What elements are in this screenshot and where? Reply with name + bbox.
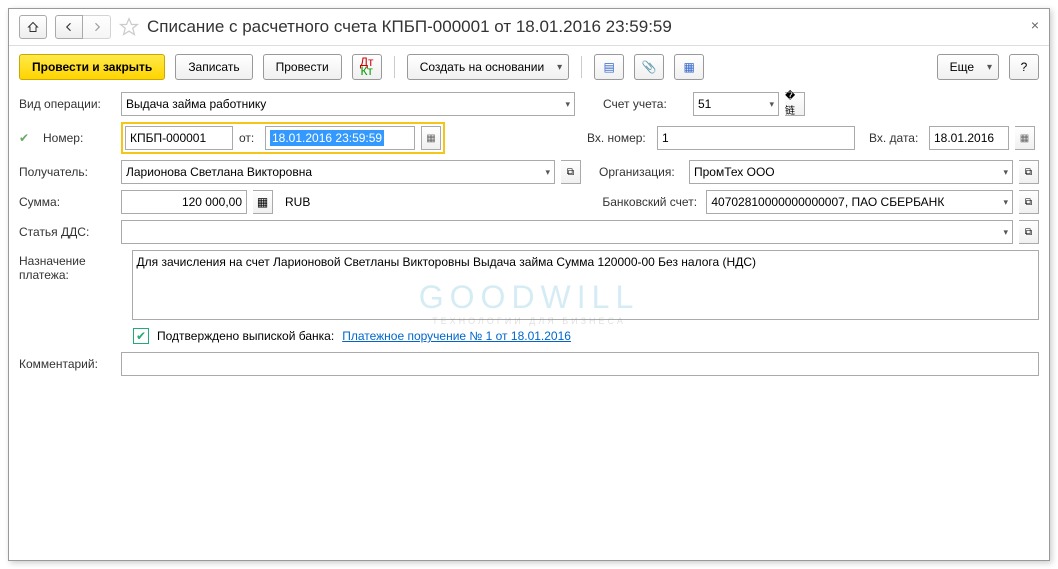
arrow-left-icon (63, 21, 75, 33)
incoming-date-field[interactable] (929, 126, 1009, 150)
dds-input[interactable] (126, 221, 994, 243)
back-button[interactable] (55, 15, 83, 39)
dt-kt-icon: ДтКт (360, 58, 374, 76)
save-button[interactable]: Записать (175, 54, 252, 80)
forward-button[interactable] (83, 15, 111, 39)
op-type-input[interactable] (126, 93, 556, 115)
amount-field[interactable] (121, 190, 247, 214)
dds-open-button[interactable]: ⧉ (1019, 220, 1039, 244)
label-account: Счет учета: (603, 97, 687, 111)
label-confirmed: Подтверждено выпиской банка: (157, 329, 334, 343)
report-button[interactable]: ▦ (674, 54, 704, 80)
attach-button[interactable]: 📎 (634, 54, 664, 80)
number-field[interactable] (125, 126, 233, 150)
bank-account-input[interactable] (711, 191, 994, 213)
favorite-icon[interactable] (119, 17, 139, 37)
amount-input[interactable] (126, 191, 242, 213)
calendar-button[interactable]: ▦ (421, 126, 441, 150)
dt-kt-button[interactable]: ДтКт (352, 54, 382, 80)
payment-order-link[interactable]: Платежное поручение № 1 от 18.01.2016 (342, 329, 571, 343)
document-window: × Списание с расчетного счета КПБП-00000… (8, 8, 1050, 561)
currency-label: RUB (285, 195, 310, 209)
status-icon: ✔ (19, 131, 37, 145)
form-body: Вид операции: Счет учета: �链 ✔ Номер: от… (9, 88, 1049, 386)
incoming-date-calendar-button[interactable]: ▦ (1015, 126, 1035, 150)
arrow-right-icon (91, 21, 103, 33)
label-purpose: Назначение платежа: (19, 250, 126, 282)
help-button[interactable]: ? (1009, 54, 1039, 80)
organization-input[interactable] (694, 161, 994, 183)
bank-account-open-button[interactable]: ⧉ (1019, 190, 1039, 214)
post-and-close-button[interactable]: Провести и закрыть (19, 54, 165, 80)
number-date-group: от: 18.01.2016 23:59:59 ▦ (121, 122, 445, 154)
number-input[interactable] (130, 127, 228, 149)
toolbar: Провести и закрыть Записать Провести ДтК… (9, 46, 1049, 88)
account-open-button[interactable]: �链 (785, 92, 805, 116)
paperclip-icon: 📎 (642, 60, 657, 74)
bank-account-field[interactable] (706, 190, 1013, 214)
recipient-field[interactable] (121, 160, 555, 184)
titlebar: Списание с расчетного счета КПБП-000001 … (9, 9, 1049, 46)
incoming-date-input[interactable] (934, 127, 1004, 149)
home-button[interactable] (19, 15, 47, 39)
label-incoming-date: Вх. дата: (869, 131, 923, 145)
label-op-type: Вид операции: (19, 97, 115, 111)
label-organization: Организация: (599, 165, 683, 179)
post-button[interactable]: Провести (263, 54, 342, 80)
label-from: от: (239, 131, 259, 145)
list-icon: ▦ (684, 60, 695, 74)
label-number: Номер: (43, 131, 115, 145)
amount-calc-button[interactable]: ▦ (253, 190, 273, 214)
label-bank-account: Банковский счет: (602, 195, 700, 209)
comment-field[interactable] (121, 352, 1039, 376)
comment-input[interactable] (126, 353, 1034, 375)
organization-field[interactable] (689, 160, 1013, 184)
op-type-field[interactable] (121, 92, 575, 116)
calendar-icon: ▦ (1020, 133, 1029, 144)
account-input[interactable] (698, 93, 760, 115)
confirmed-checkbox[interactable]: ✔ (133, 328, 149, 344)
separator (394, 56, 395, 78)
separator (581, 56, 582, 78)
label-incoming-no: Вх. номер: (587, 131, 651, 145)
date-input[interactable]: 18.01.2016 23:59:59 (270, 130, 384, 146)
create-based-button[interactable]: Создать на основании (407, 54, 570, 80)
incoming-no-field[interactable] (657, 126, 855, 150)
page-title: Списание с расчетного счета КПБП-000001 … (147, 17, 672, 37)
dds-field[interactable] (121, 220, 1013, 244)
help-icon: ? (1021, 60, 1028, 74)
label-amount: Сумма: (19, 195, 115, 209)
account-field[interactable] (693, 92, 779, 116)
label-recipient: Получатель: (19, 165, 115, 179)
calendar-icon: ▦ (426, 133, 435, 144)
date-field[interactable]: 18.01.2016 23:59:59 (265, 126, 415, 150)
document-icon: ▤ (604, 60, 615, 74)
calculator-icon: ▦ (257, 195, 268, 209)
home-icon (27, 21, 39, 33)
organization-open-button[interactable]: ⧉ (1019, 160, 1039, 184)
label-dds: Статья ДДС: (19, 225, 115, 239)
recipient-open-button[interactable]: ⧉ (561, 160, 581, 184)
recipient-input[interactable] (126, 161, 536, 183)
print-button[interactable]: ▤ (594, 54, 624, 80)
incoming-no-input[interactable] (662, 127, 850, 149)
purpose-textarea[interactable] (132, 250, 1040, 320)
label-comment: Комментарий: (19, 357, 115, 371)
more-button[interactable]: Еще (937, 54, 999, 80)
close-button[interactable]: × (1031, 17, 1039, 33)
